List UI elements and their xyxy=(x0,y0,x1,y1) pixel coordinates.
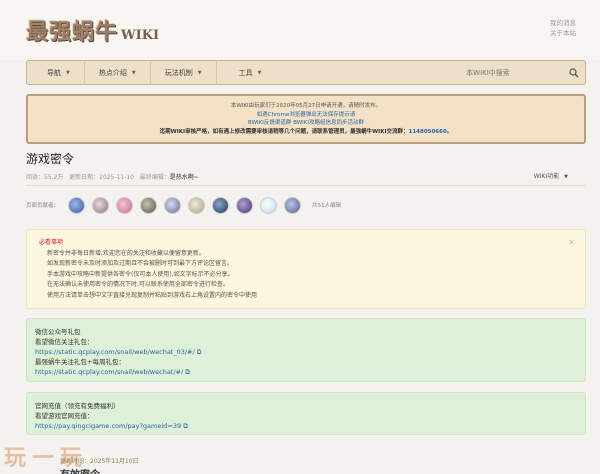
avatar[interactable] xyxy=(188,196,205,214)
wechat-gift-box: 微信公众号礼包 看望微信关注礼包： https://static.qcplay.… xyxy=(26,318,586,382)
box-title: 官网充值（领充有免费福利） xyxy=(35,402,120,410)
user-links: 我的消息 关于本站 xyxy=(550,18,576,38)
avatar[interactable] xyxy=(68,196,85,214)
wiki-function-label: WIKI功能 xyxy=(533,173,560,180)
notice-text: 迄期WIKI审核严格，如有遇上修改需要审核请稍等几个问题，请联系管理员，最强蜗牛… xyxy=(159,128,409,135)
box-line: 最强蜗牛关注礼包+每周礼包： xyxy=(35,358,125,366)
notice-link-line[interactable]: 如遇Chrome浏览器弹出无法保存提示请 xyxy=(28,111,584,120)
search-input[interactable] xyxy=(413,68,563,77)
box-title: 微信公众号礼包 xyxy=(35,328,81,336)
caret-down-icon: ▼ xyxy=(197,69,202,76)
contributors-count[interactable]: 共51人编辑 xyxy=(312,201,341,209)
logo-text: 最强蜗牛 xyxy=(26,19,119,45)
editor-name[interactable]: 是热水啊~ xyxy=(170,174,199,181)
nav-label: 工具 xyxy=(238,68,253,77)
nav-label: 玩法机制 xyxy=(164,68,193,77)
section-title: 有效密令 xyxy=(60,466,100,474)
updated-date: 2025-11-10 xyxy=(99,174,135,181)
notice-tip-box: ✕ 必看事项 新密令并非每日新增,欢迎您在的关注和收藏以便留意更新。 如发现新密… xyxy=(26,229,586,309)
search-icon xyxy=(569,67,579,77)
tip-title: 必看事项 xyxy=(39,239,64,246)
my-messages-link[interactable]: 我的消息 xyxy=(550,18,576,28)
about-site-link[interactable]: 关于本站 xyxy=(550,28,576,38)
copy-icon[interactable]: ⧉ xyxy=(185,368,190,376)
divider xyxy=(26,185,586,186)
update-date-line: 更新时间：2025年11月10日 xyxy=(60,458,139,465)
contributors-label: 页面贡献者： xyxy=(26,203,60,209)
logo-suffix: WIKI xyxy=(121,28,160,43)
recharge-box: 官网充值（领充有免费福利） 看望游戏官网充值： https://pay.qing… xyxy=(26,392,586,435)
avatar[interactable] xyxy=(260,196,277,214)
updated-label: 更新日期： xyxy=(69,174,100,181)
avatar[interactable] xyxy=(236,196,253,214)
box-line: 看望微信关注礼包： xyxy=(35,338,94,346)
caret-down-icon: ▼ xyxy=(66,69,70,76)
avatar[interactable] xyxy=(164,196,181,214)
avatar[interactable] xyxy=(92,196,109,214)
site-notice: 本WIKI由玩家们于2020年05月27日申请开通，请随时发布。 如遇Chrom… xyxy=(26,94,586,144)
avatar[interactable] xyxy=(212,196,229,214)
avatar[interactable] xyxy=(116,196,133,214)
wiki-function-menu[interactable]: WIKI功能 ▼ xyxy=(534,171,568,180)
tip-line: 使用方法请单击想中文字直接兑现复制并粘贴到游戏右上角设置内的密令中使用 xyxy=(47,291,258,299)
nav-item-hot[interactable]: 热点介绍 ▼ xyxy=(85,60,151,85)
nav-item-mechanics[interactable]: 玩法机制 ▼ xyxy=(151,60,217,85)
tip-line: 在无法确认未使用密令的情况下时,可以联系使用全部密令进行检查。 xyxy=(47,281,229,288)
caret-down-icon: ▼ xyxy=(131,69,136,76)
site-logo[interactable]: 最强蜗牛 WIKI xyxy=(26,14,159,46)
nav-item-navigation[interactable]: 导航 ▼ xyxy=(27,60,85,85)
box-line: 看望游戏官网充值： xyxy=(35,412,94,420)
page-meta: 阅读：55.2万 更新日期：2025-11-10 最终编辑：是热水啊~ xyxy=(26,172,199,181)
site-header: 最强蜗牛 WIKI 我的消息 关于本站 xyxy=(0,0,600,60)
caret-down-icon: ▼ xyxy=(257,69,262,76)
editor-label: 最终编辑： xyxy=(139,174,170,181)
copy-icon[interactable]: ⧉ xyxy=(183,422,188,430)
wechat-link[interactable]: https://static.qcplay.com/snail/web/wech… xyxy=(35,347,585,357)
nav-label: 导航 xyxy=(47,68,61,77)
tip-line: 如发现新密令未及时添加及过期且不会被删时可到最下方评论区留言。 xyxy=(47,260,234,267)
qq-group-link[interactable]: 1148050660。 xyxy=(409,129,453,135)
caret-down-icon: ▼ xyxy=(564,174,568,180)
notice-line: 迄期WIKI审核严格，如有遇上修改需要审核请稍等几个问题，请联系管理员，最强蜗牛… xyxy=(28,128,584,137)
nav-label: 热点介绍 xyxy=(98,68,127,77)
views-label: 阅读： xyxy=(26,174,45,181)
tip-line: 手本游戏中攻略中新提供各密令(仅可本人使用),如文字标示不必分享。 xyxy=(47,270,234,278)
nav-item-tools[interactable]: 工具 ▼ xyxy=(217,60,284,85)
search-button[interactable] xyxy=(563,61,585,84)
search-bar xyxy=(385,61,585,84)
notice-link-line[interactable]: BWIKI反馈渠道群 BWIKI攻略组信息同步活动群 xyxy=(28,119,584,128)
page-title: 游戏密令 xyxy=(26,152,75,166)
notice-line: 本WIKI由玩家们于2020年05月27日申请开通，请随时发布。 xyxy=(230,103,382,109)
copy-icon[interactable]: ⧉ xyxy=(197,348,202,356)
avatar[interactable] xyxy=(284,196,301,214)
tip-line: 新密令并非每日新增,欢迎您在的关注和收藏以便留意更新。 xyxy=(47,249,205,257)
wechat-link[interactable]: https://static.qcplay.com/snail/web/wech… xyxy=(35,367,585,377)
contributors-bar: 页面贡献者： 共51人编辑 xyxy=(26,195,586,215)
close-icon[interactable]: ✕ xyxy=(568,238,575,249)
avatar[interactable] xyxy=(140,196,157,214)
views-count: 55.2万 xyxy=(44,174,64,181)
recharge-link[interactable]: https://pay.qingcigame.com/pay?gameId=39… xyxy=(35,421,585,431)
main-nav: 导航 ▼ 热点介绍 ▼ 玩法机制 ▼ 工具 ▼ xyxy=(26,60,586,85)
